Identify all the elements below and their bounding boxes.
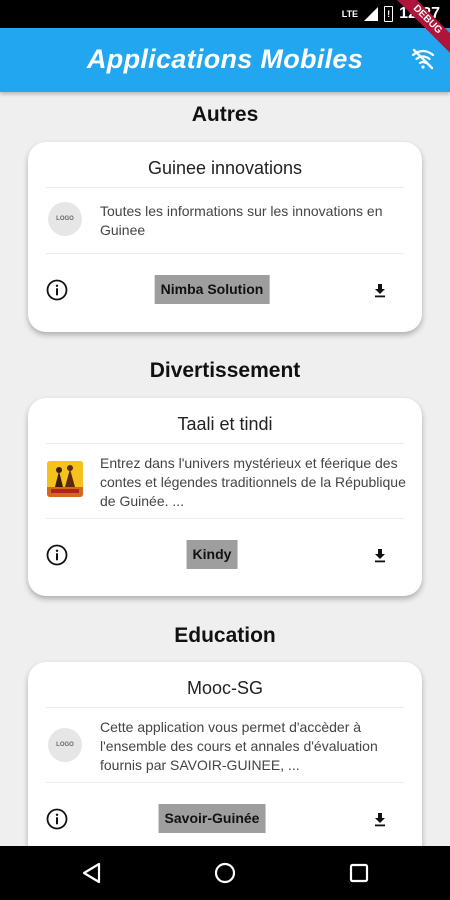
info-icon[interactable] [46, 544, 68, 566]
info-icon[interactable] [46, 279, 68, 301]
wifi-off-icon[interactable] [410, 46, 436, 72]
section-title-autres: Autres [191, 103, 259, 126]
divider [46, 443, 404, 444]
app-description: Entrez dans l'univers mystérieux et féer… [100, 455, 406, 509]
section-title-education: Education [174, 624, 276, 647]
app-card[interactable]: Guinee innovations LOGO Toutes les infor… [28, 142, 422, 332]
app-card[interactable]: Mooc-SG LOGO Cette application vous perm… [28, 662, 422, 862]
app-description: Cette application vous permet d'accèder … [100, 719, 378, 773]
divider [46, 707, 404, 708]
download-icon[interactable] [372, 547, 388, 563]
app-bar: Applications Mobiles [0, 28, 450, 92]
navigation-bar [0, 846, 450, 900]
divider [46, 782, 404, 783]
signal-icon [364, 7, 379, 21]
info-icon[interactable] [46, 808, 68, 830]
app-logo: LOGO [48, 728, 82, 762]
app-description: Toutes les informations sur les innovati… [100, 203, 383, 238]
back-icon[interactable] [80, 861, 104, 885]
app-name: Mooc-SG [186, 678, 264, 698]
publisher-chip[interactable]: Kindy [186, 540, 238, 569]
publisher-chip[interactable]: Nimba Solution [154, 275, 270, 304]
status-icons: LTE ! 12:27 [342, 5, 440, 23]
app-logo-image [47, 461, 83, 497]
clock: 12:27 [399, 5, 440, 22]
publisher-chip[interactable]: Savoir-Guinée [158, 804, 266, 833]
app-name: Taali et tindi [177, 414, 273, 434]
status-bar: LTE ! 12:27 [0, 0, 450, 28]
home-icon[interactable] [213, 861, 237, 885]
recents-icon[interactable] [347, 861, 371, 885]
network-type: LTE [341, 8, 359, 19]
divider [46, 253, 404, 254]
section-title-divertissement: Divertissement [149, 359, 301, 382]
app-name: Guinee innovations [147, 158, 303, 178]
divider [46, 187, 404, 188]
download-icon[interactable] [372, 811, 388, 827]
download-icon[interactable] [372, 282, 388, 298]
app-logo [47, 461, 83, 497]
app-title: Applications Mobiles [86, 44, 364, 74]
app-logo: LOGO [48, 202, 82, 236]
app-card[interactable]: Taali et tindi Entrez dans l'univers mys… [28, 398, 422, 596]
divider [46, 518, 404, 519]
battery-icon: ! [384, 6, 394, 22]
battery-alert: ! [387, 9, 391, 19]
